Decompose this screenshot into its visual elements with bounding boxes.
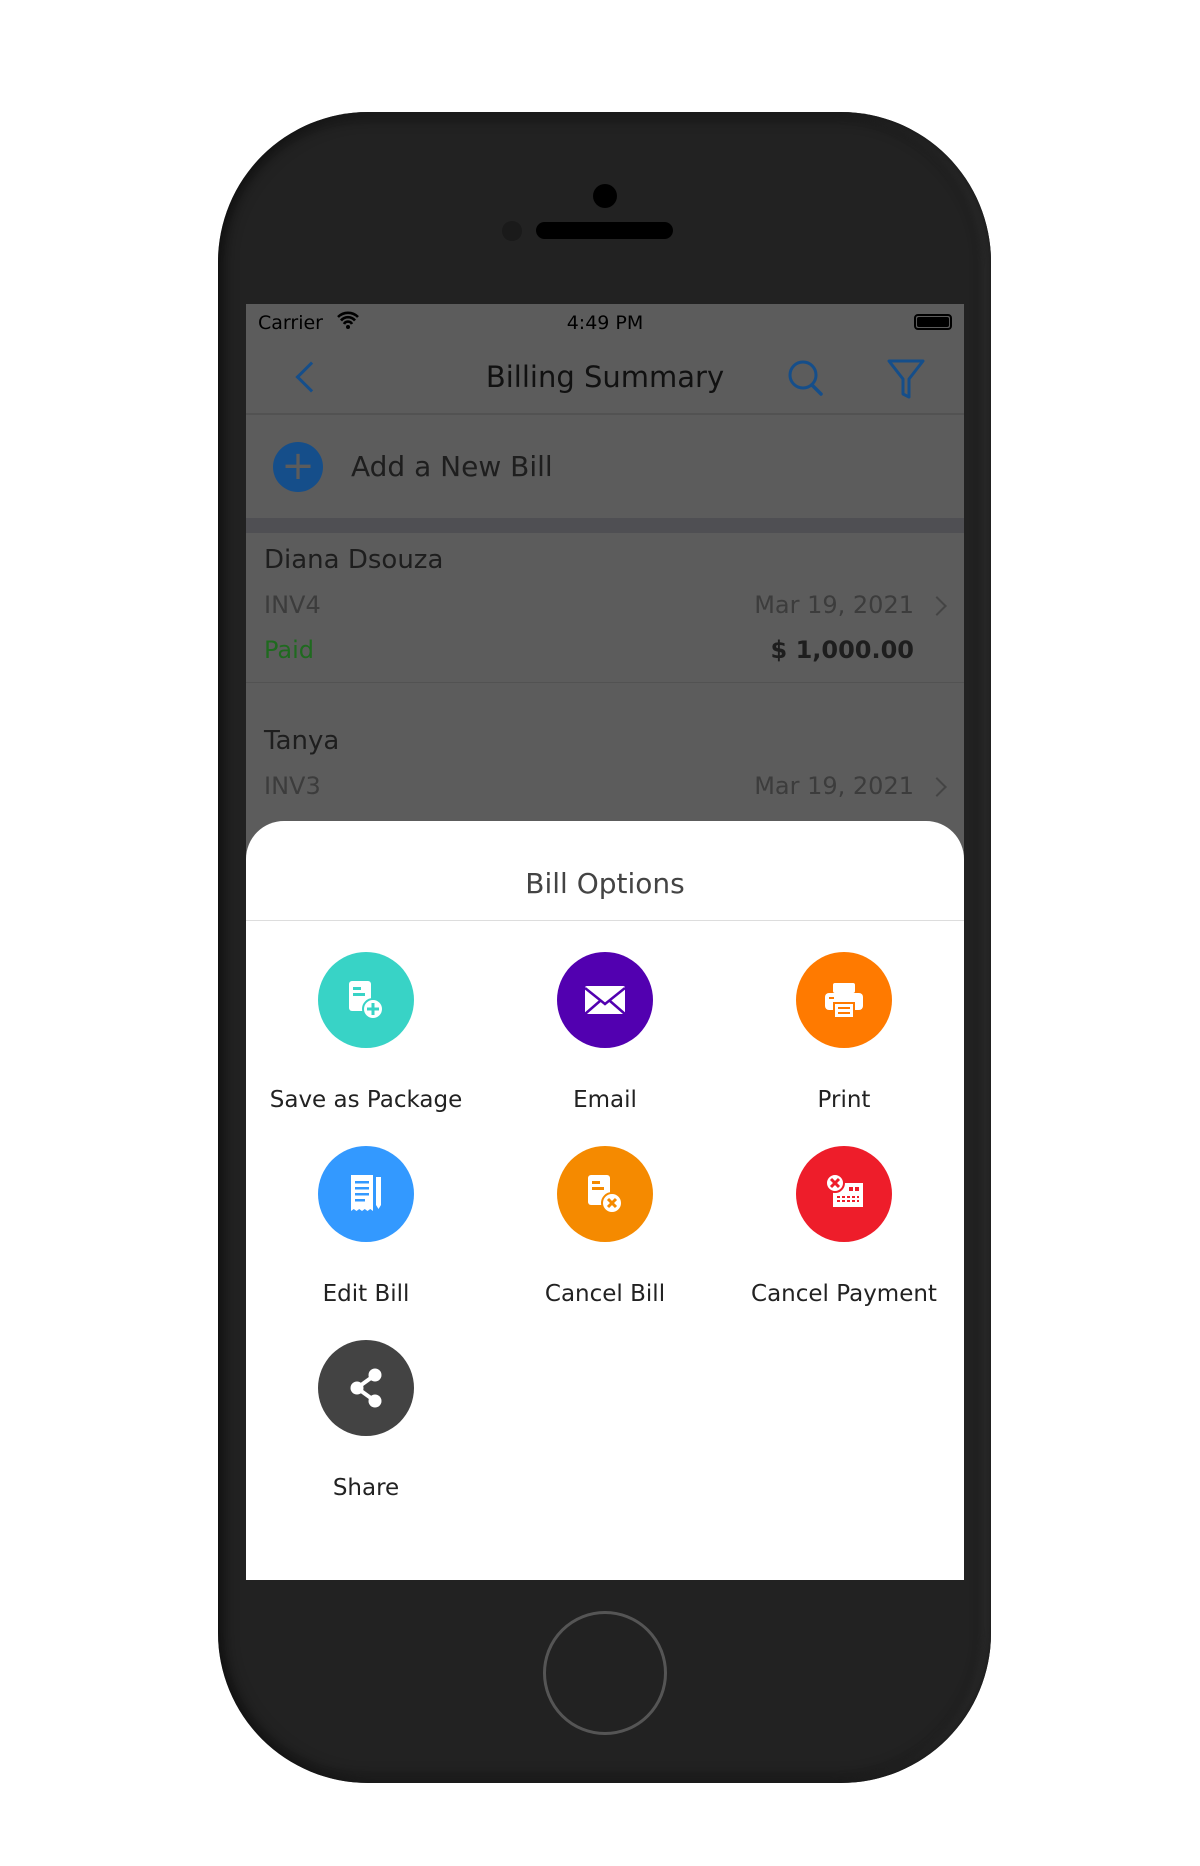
print-button[interactable]: Print — [724, 952, 964, 1113]
section-separator — [246, 518, 964, 533]
option-label: Save as Package — [269, 1087, 463, 1113]
customer-name: Tanya — [264, 726, 340, 756]
chevron-right-icon — [927, 596, 947, 616]
chevron-right-icon — [927, 777, 947, 797]
option-label: Print — [817, 1087, 871, 1113]
email-button[interactable]: Email — [485, 952, 725, 1113]
option-label: Share — [332, 1475, 400, 1501]
document-cancel-icon — [557, 1146, 653, 1242]
screen: Carrier 4:49 PM Billing Summary + Add a … — [246, 304, 964, 1580]
add-new-bill-row[interactable]: + Add a New Bill — [246, 415, 964, 518]
invoice-number: INV3 — [264, 772, 321, 800]
bill-date: Mar 19, 2021 — [754, 591, 914, 619]
bill-date: Mar 19, 2021 — [754, 772, 914, 800]
status-bar: Carrier 4:49 PM — [246, 304, 964, 340]
payment-cancel-icon — [796, 1146, 892, 1242]
filter-icon[interactable] — [886, 358, 926, 400]
option-label: Edit Bill — [322, 1281, 410, 1307]
edit-bill-button[interactable]: Edit Bill — [246, 1146, 486, 1307]
battery-icon — [914, 314, 952, 330]
invoice-number: INV4 — [264, 591, 321, 619]
divider — [246, 920, 964, 921]
cancel-bill-button[interactable]: Cancel Bill — [485, 1146, 725, 1307]
share-icon — [318, 1340, 414, 1436]
proximity-sensor — [502, 221, 522, 241]
receipt-edit-icon — [318, 1146, 414, 1242]
option-label: Cancel Payment — [751, 1281, 937, 1307]
search-icon[interactable] — [786, 358, 826, 398]
document-plus-icon — [318, 952, 414, 1048]
customer-name: Diana Dsouza — [264, 545, 444, 575]
option-label: Cancel Bill — [544, 1281, 666, 1307]
bill-amount: $ 1,000.00 — [770, 636, 914, 664]
page-title: Billing Summary — [485, 360, 725, 394]
front-camera — [593, 184, 617, 208]
bill-row[interactable]: Diana Dsouza INV4 Mar 19, 2021 Paid $ 1,… — [246, 533, 964, 683]
envelope-icon — [557, 952, 653, 1048]
add-new-bill-label: Add a New Bill — [351, 450, 553, 483]
plus-circle-icon: + — [273, 441, 323, 492]
clock: 4:49 PM — [566, 312, 644, 334]
cancel-payment-button[interactable]: Cancel Payment — [724, 1146, 964, 1307]
home-button[interactable] — [543, 1611, 667, 1735]
printer-icon — [796, 952, 892, 1048]
save-as-package-button[interactable]: Save as Package — [246, 952, 486, 1113]
sheet-title: Bill Options — [525, 867, 685, 900]
share-button[interactable]: Share — [246, 1340, 486, 1501]
status-badge: Paid — [264, 636, 315, 664]
nav-bar: Billing Summary — [246, 340, 964, 415]
earpiece-speaker — [536, 222, 673, 239]
bill-options-sheet: Bill Options Save as Package Email Print… — [246, 821, 964, 1580]
option-label: Email — [573, 1087, 637, 1113]
